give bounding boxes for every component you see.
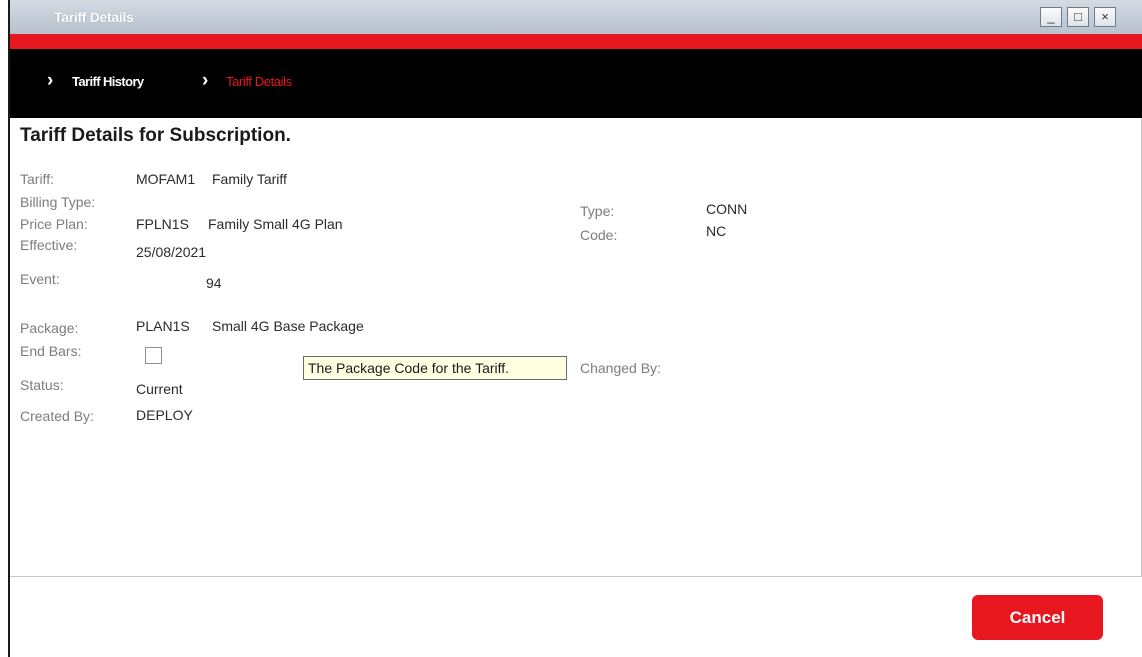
created-by-label: Created By: — [20, 408, 94, 424]
price-plan-code: FPLN1S — [136, 216, 189, 232]
price-plan-label: Price Plan: — [20, 216, 88, 232]
minimize-button[interactable]: _ — [1040, 7, 1062, 27]
price-plan-name: Family Small 4G Plan — [208, 216, 343, 232]
package-label: Package: — [20, 320, 79, 336]
cancel-button[interactable]: Cancel — [972, 595, 1103, 640]
created-by-value: DEPLOY — [136, 407, 193, 423]
close-button[interactable]: × — [1094, 7, 1116, 27]
type-label: Type: — [580, 203, 615, 219]
breadcrumb-tariff-details[interactable]: Tariff Details — [226, 74, 292, 89]
event-value: 94 — [206, 275, 222, 291]
status-label: Status: — [20, 377, 64, 393]
maximize-button[interactable]: □ — [1067, 7, 1089, 27]
package-code: PLAN1S — [136, 318, 190, 334]
breadcrumb-tariff-history[interactable]: Tariff History — [72, 74, 144, 89]
breadcrumb — [10, 49, 1142, 118]
chevron-right-icon: › — [202, 70, 209, 91]
tariff-name: Family Tariff — [212, 171, 287, 187]
effective-label: Effective: — [20, 237, 78, 253]
changed-by-label: Changed By: — [580, 360, 661, 376]
code-label: Code: — [580, 227, 618, 243]
minimize-icon: _ — [1047, 9, 1055, 24]
tariff-code: MOFAM1 — [136, 171, 196, 187]
close-icon: × — [1101, 9, 1109, 24]
package-name: Small 4G Base Package — [212, 318, 364, 334]
tariff-details-window: Tariff Details _ □ × › Tariff History › … — [8, 0, 1142, 657]
window-title: Tariff Details — [54, 9, 134, 25]
end-bars-checkbox[interactable] — [145, 347, 162, 364]
accent-bar — [10, 34, 1142, 49]
effective-value: 25/08/2021 — [136, 244, 207, 260]
billing-type-label: Billing Type: — [20, 194, 96, 210]
code-value: NC — [706, 223, 727, 239]
event-label: Event: — [20, 271, 60, 287]
package-tooltip: The Package Code for the Tariff. — [303, 356, 567, 380]
status-value: Current — [136, 381, 183, 397]
title-bar[interactable]: Tariff Details _ □ × — [10, 0, 1142, 34]
maximize-icon: □ — [1074, 9, 1082, 24]
type-value: CONN — [706, 201, 748, 217]
chevron-right-icon: › — [47, 70, 54, 91]
tariff-label: Tariff: — [20, 171, 54, 187]
page-title: Tariff Details for Subscription. — [20, 125, 291, 146]
end-bars-label: End Bars: — [20, 343, 82, 359]
